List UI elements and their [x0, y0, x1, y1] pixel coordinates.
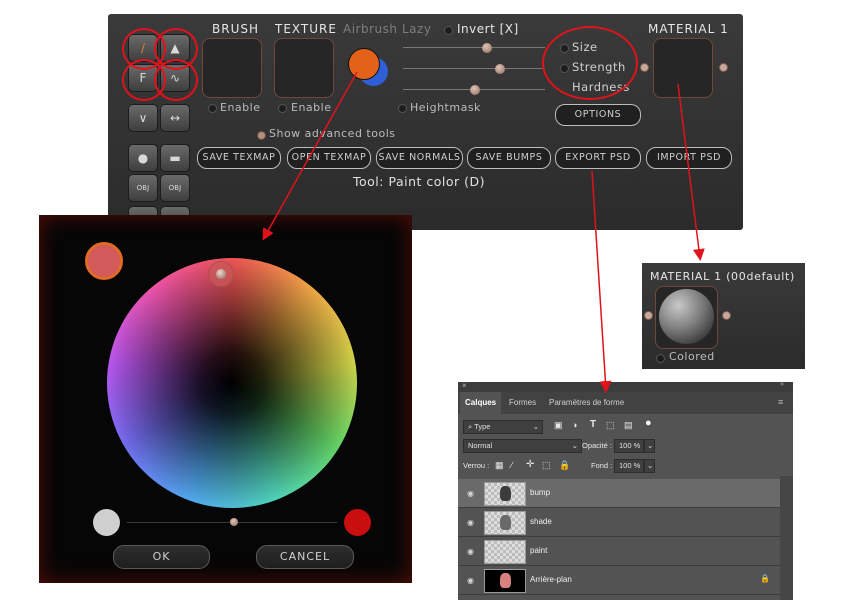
- arrow-to-layers-panel: [591, 170, 612, 393]
- annotation-arrows: [262, 71, 705, 393]
- arrow-to-color-picker: [262, 71, 358, 241]
- arrow-to-material-panel: [677, 83, 705, 261]
